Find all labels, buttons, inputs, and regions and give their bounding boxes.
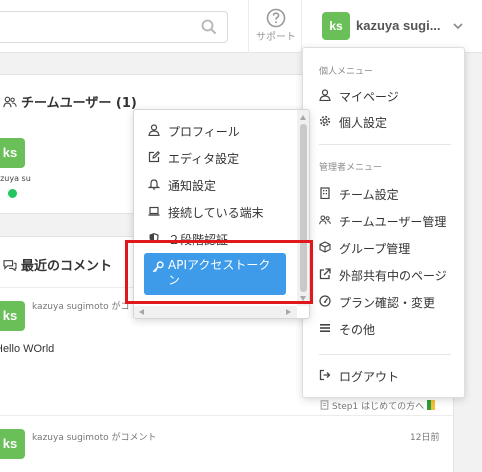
comment-time: 12日前 <box>410 433 440 443</box>
menu-item-label: 個人設定 <box>339 116 388 130</box>
team-member-name: uzuya su <box>0 174 31 183</box>
scroll-right-arrow-icon[interactable] <box>286 309 291 315</box>
support-label: サポート <box>256 32 296 43</box>
search-input[interactable] <box>0 11 228 43</box>
menu-item-label: ログアウト <box>339 370 400 384</box>
avatar: ks <box>322 12 350 40</box>
menu-item-label: チーム設定 <box>339 188 399 202</box>
scroll-left-arrow-icon[interactable] <box>139 309 144 315</box>
menu-item-group-management[interactable]: グループ管理 <box>319 238 459 258</box>
recent-comments-title-text: 最近のコメント <box>21 259 113 274</box>
admin-menu-header: 管理者メニュー <box>319 163 383 173</box>
menu-item-other[interactable]: その他 <box>319 319 459 339</box>
external-link-icon <box>319 268 331 280</box>
team-users-title: チームユーザー (1) <box>3 92 137 111</box>
menu-item-external-shared-pages[interactable]: 外部共有中のページ <box>319 265 459 285</box>
logout-button[interactable]: ログアウト <box>319 366 459 386</box>
gauge-icon <box>319 295 331 307</box>
settings-item-label: エディタ設定 <box>168 152 240 166</box>
settings-item-label: 通知設定 <box>168 179 217 193</box>
comment-step-label: Step1 はじめての方へ <box>332 402 425 412</box>
comment-author: kazuya sugimoto がコ <box>32 302 130 312</box>
cube-icon <box>319 241 331 253</box>
building-icon <box>320 187 330 199</box>
settings-item-editor[interactable]: エディタ設定 <box>148 148 298 168</box>
chevron-down-icon <box>453 23 463 30</box>
user-name: kazuya sugi... <box>356 18 441 33</box>
document-icon <box>320 400 329 410</box>
beginner-mark-icon <box>427 400 436 410</box>
comment-step-link[interactable]: Step1 はじめての方へ <box>320 399 436 412</box>
menu-item-label: チームユーザー管理 <box>339 215 447 229</box>
search-icon[interactable] <box>201 19 217 35</box>
highlight-box <box>125 240 313 304</box>
user-menu-toggle[interactable]: ks kazuya sugi... <box>320 12 470 42</box>
menu-divider <box>319 144 451 145</box>
sign-out-icon <box>319 369 331 381</box>
horizontal-scrollbar[interactable] <box>134 306 297 318</box>
scroll-up-arrow-icon[interactable] <box>300 115 306 120</box>
team-users-title-text: チームユーザー (1) <box>21 96 137 111</box>
user-icon <box>148 124 160 136</box>
menu-divider <box>319 354 451 355</box>
settings-item-devices[interactable]: 接続している端末 <box>148 202 298 222</box>
account-dropdown-menu: 個人メニュー マイページ 個人設定 管理者メニュー チーム設定 チームユーザー管… <box>302 47 465 398</box>
comments-icon <box>3 260 17 272</box>
comment-author: kazuya sugimoto がコメント <box>32 433 157 443</box>
menu-item-label: マイページ <box>339 90 399 104</box>
settings-item-label: プロフィール <box>168 125 240 139</box>
users-icon <box>3 96 17 108</box>
divider <box>0 415 455 416</box>
top-bar: サポート ks kazuya sugi... <box>0 0 482 53</box>
avatar[interactable]: ks <box>0 429 25 459</box>
menu-item-label: グループ管理 <box>339 242 411 256</box>
settings-item-notifications[interactable]: 通知設定 <box>148 175 298 195</box>
settings-item-label: 接続している端末 <box>168 206 264 220</box>
menu-item-team-users[interactable]: チームユーザー管理 <box>319 211 459 231</box>
online-status-dot <box>8 189 17 198</box>
question-circle-icon <box>266 8 286 28</box>
settings-item-profile[interactable]: プロフィール <box>148 121 298 141</box>
menu-item-personal-settings[interactable]: 個人設定 <box>319 112 459 132</box>
laptop-icon <box>148 206 160 216</box>
avatar[interactable]: ks <box>0 301 25 331</box>
bell-icon <box>148 179 160 190</box>
edit-icon <box>148 151 160 163</box>
menu-item-plan[interactable]: プラン確認・変更 <box>319 292 459 312</box>
gear-icon <box>319 115 331 127</box>
menu-item-mypage[interactable]: マイページ <box>319 86 459 106</box>
support-button[interactable]: サポート <box>248 0 302 53</box>
comment-body: Hello WOrld <box>0 343 55 355</box>
menu-item-team-settings[interactable]: チーム設定 <box>319 184 459 204</box>
bars-icon <box>320 324 330 332</box>
recent-comments-title: 最近のコメント <box>3 255 112 274</box>
users-icon <box>319 215 331 225</box>
menu-item-label: プラン確認・変更 <box>339 296 436 310</box>
user-icon <box>319 89 331 101</box>
avatar[interactable]: ks <box>0 138 25 168</box>
personal-menu-header: 個人メニュー <box>319 67 374 77</box>
menu-item-label: その他 <box>339 323 376 337</box>
menu-item-label: 外部共有中のページ <box>339 269 447 283</box>
